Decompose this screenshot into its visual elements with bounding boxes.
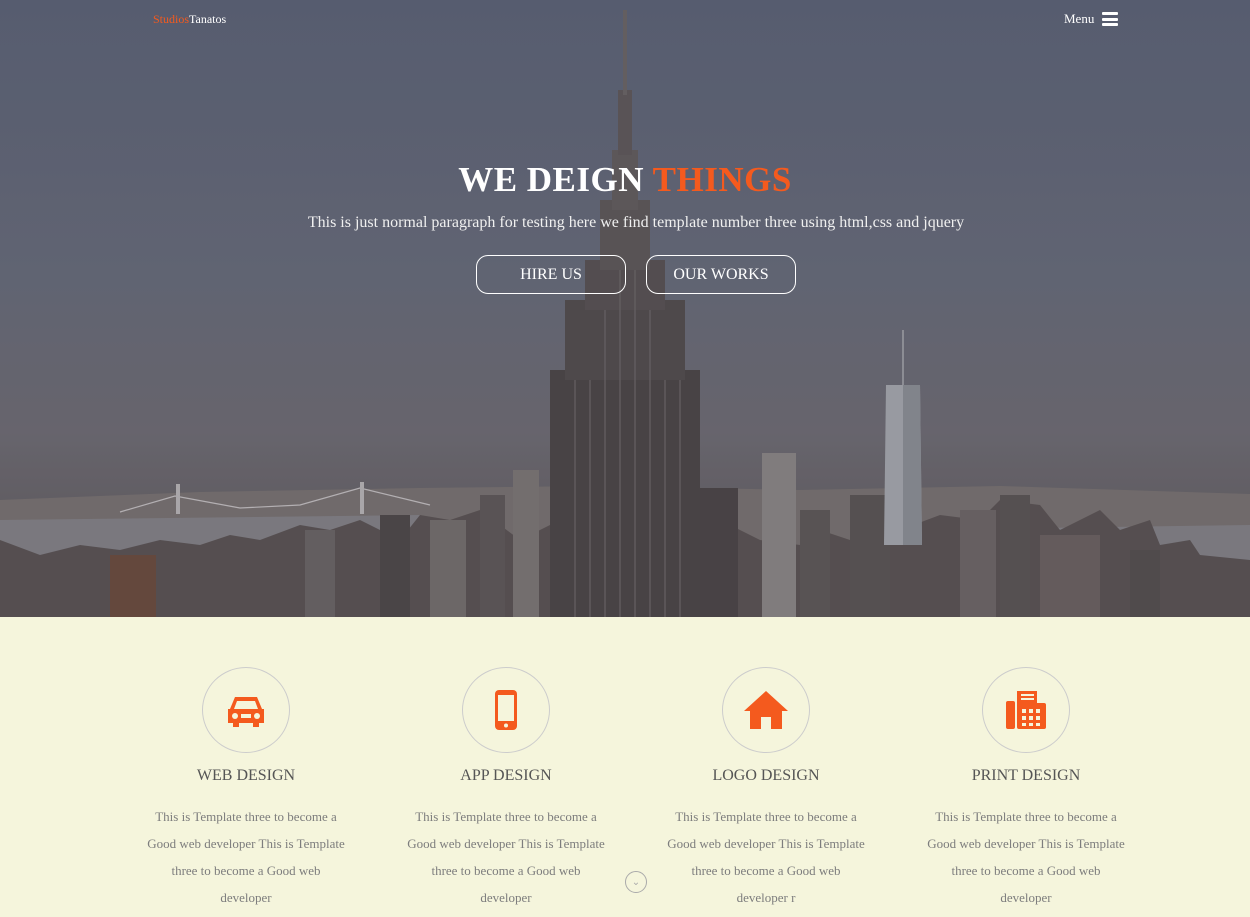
hire-us-button[interactable]: HIRE US [476, 255, 626, 294]
mobile-icon [495, 690, 517, 730]
hero-subtitle: This is just normal paragraph for testin… [307, 214, 965, 231]
hero-background-image [0, 0, 1250, 617]
service-text: This is Template three to become a Good … [407, 809, 605, 905]
brand-part1: Studios [153, 12, 190, 26]
service-icon-circle [722, 667, 810, 753]
service-title: APP DESIGN [460, 767, 552, 784]
service-text: This is Template three to become a Good … [927, 809, 1125, 905]
service-icon-circle [202, 667, 290, 753]
chevron-down-icon: ⌄ [631, 876, 641, 888]
menu-toggle[interactable]: Menu [1064, 11, 1119, 27]
car-icon [228, 697, 264, 727]
home-icon [744, 691, 788, 729]
service-icon-circle [462, 667, 550, 753]
hero-section: StudiosTanatos Menu WE DEIGN THINGS This… [0, 0, 1250, 617]
hamburger-icon [1102, 12, 1119, 26]
service-title: PRINT DESIGN [971, 767, 1081, 784]
service-icon-circle [982, 667, 1070, 753]
service-text: This is Template three to become a Good … [147, 809, 345, 905]
brand-part2: Tanatos [189, 12, 227, 26]
hero-title: WE DEIGN THINGS [0, 160, 1250, 200]
fax-icon [1006, 691, 1046, 729]
service-title: LOGO DESIGN [712, 767, 820, 784]
service-text: This is Template three to become a Good … [667, 809, 865, 905]
hero-title-main: WE DEIGN [458, 160, 645, 199]
services-section: WEB DESIGN This is Template three to bec… [0, 617, 1250, 917]
brand-logo[interactable]: StudiosTanatos [153, 12, 226, 27]
our-works-button[interactable]: OUR WORKS [646, 255, 796, 294]
hero-title-accent: THINGS [652, 160, 792, 199]
service-title: WEB DESIGN [196, 767, 296, 784]
scroll-down-button[interactable]: ⌄ [625, 871, 647, 893]
menu-label: Menu [1064, 11, 1095, 26]
